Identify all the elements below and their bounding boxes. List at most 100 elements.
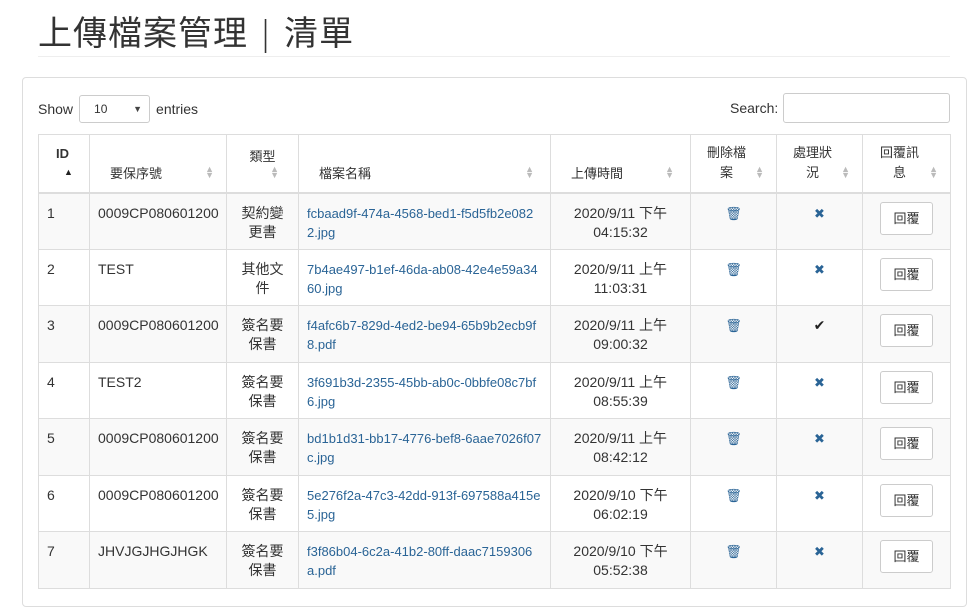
file-link[interactable]: 5e276f2a-47c3-42dd-913f-697588a415e5.jpg xyxy=(307,488,540,522)
cell-delete: 🗑 xyxy=(690,531,777,589)
trash-icon[interactable]: 🗑 xyxy=(725,262,742,277)
cell-reply: 回覆 xyxy=(862,474,951,532)
cell-reply: 回覆 xyxy=(862,192,951,250)
file-link[interactable]: f4afc6b7-829d-4ed2-be94-65b9b2ecb9f8.pdf xyxy=(307,318,536,352)
cell-file-name: f4afc6b7-829d-4ed2-be94-65b9b2ecb9f8.pdf xyxy=(298,305,551,363)
column-header-policy-no[interactable]: 要保序號 ▲ ▼ xyxy=(89,134,227,194)
upload-clock: 08:42:12 xyxy=(593,449,648,465)
upload-date: 2020/9/11 上午 xyxy=(573,373,668,390)
trash-icon[interactable]: 🗑 xyxy=(725,431,742,446)
cell-file-name: fcbaad9f-474a-4568-bed1-f5d5fb2e0822.jpg xyxy=(298,192,551,250)
page-length-control: Show 10 ▼ entries xyxy=(38,94,198,124)
cell-id: 6 xyxy=(38,474,90,532)
cell-upload-time: 2020/9/11 上午 08:42:12 xyxy=(550,418,691,476)
column-header-id[interactable]: ID ▲ xyxy=(38,134,90,194)
cell-policy-no: TEST2 xyxy=(89,361,227,419)
column-header-status-label: 處理狀況 xyxy=(793,145,833,181)
reply-button[interactable]: 回覆 xyxy=(880,540,933,573)
sort-asc-icon: ▲ xyxy=(64,167,73,177)
reply-button[interactable]: 回覆 xyxy=(880,201,933,235)
file-link[interactable]: bd1b1d31-bb17-4776-bef8-6aae7026f07c.jpg xyxy=(307,431,541,465)
column-header-reply-label: 回覆訊息 xyxy=(879,145,919,181)
cell-file-name: 5e276f2a-47c3-42dd-913f-697588a415e5.jpg xyxy=(298,474,551,532)
reply-button[interactable]: 回覆 xyxy=(880,483,933,517)
column-header-file-name[interactable]: 檔案名稱 ▲ ▼ xyxy=(298,134,551,194)
title-divider xyxy=(38,56,950,57)
column-header-reply[interactable]: 回覆訊息 ▲ ▼ xyxy=(862,134,951,194)
cell-policy-no: 0009CP080601200 xyxy=(89,418,227,476)
trash-icon[interactable]: 🗑 xyxy=(725,375,742,390)
files-table: ID ▲ 要保序號 ▲ ▼ 類型 ▲ ▼ 檔案名稱 ▲ ▼ 上傳時間 ▲ ▼ 刪除檔案 … xyxy=(38,134,951,589)
cell-type: 其他文件 xyxy=(226,248,299,306)
cell-policy-no: 0009CP080601200 xyxy=(89,474,227,532)
cell-id: 5 xyxy=(38,418,90,476)
x-icon: ✖ xyxy=(814,205,825,221)
table-row: 6 0009CP080601200 簽名要保書 5e276f2a-47c3-42dd-… xyxy=(38,474,951,532)
column-header-type[interactable]: 類型 ▲ ▼ xyxy=(226,134,299,194)
table-row: 5 0009CP080601200 簽名要保書 bd1b1d31-bb17-4776-… xyxy=(38,418,951,476)
column-header-upload-time[interactable]: 上傳時間 ▲ ▼ xyxy=(550,134,691,194)
cell-type: 簽名要保書 xyxy=(226,305,299,363)
page-length-select[interactable]: 10 ▼ xyxy=(79,95,151,123)
cell-reply: 回覆 xyxy=(862,248,951,306)
cell-upload-time: 2020/9/11 上午 08:55:39 xyxy=(550,361,691,419)
reply-button[interactable]: 回覆 xyxy=(880,370,933,404)
cell-upload-time: 2020/9/11 上午 11:03:31 xyxy=(550,248,691,306)
column-header-file-name-label: 檔案名稱 xyxy=(319,165,372,181)
upload-date: 2020/9/10 下午 xyxy=(573,486,668,503)
cell-upload-time: 2020/9/10 下午 05:52:38 xyxy=(550,531,691,589)
cell-policy-no: 0009CP080601200 xyxy=(89,305,227,363)
trash-icon[interactable]: 🗑 xyxy=(725,206,742,221)
entries-label: entries xyxy=(156,101,199,117)
page-title: 上傳檔案管理 | 清單 xyxy=(38,14,355,54)
upload-clock: 06:02:19 xyxy=(593,505,648,522)
cell-upload-time: 2020/9/11 上午 09:00:32 xyxy=(550,305,691,363)
cell-upload-time: 2020/9/10 下午 06:02:19 xyxy=(550,474,691,532)
x-icon: ✖ xyxy=(814,261,825,277)
search-control: Search: xyxy=(730,93,951,123)
table-header-row: ID ▲ 要保序號 ▲ ▼ 類型 ▲ ▼ 檔案名稱 ▲ ▼ 上傳時間 ▲ ▼ 刪除檔案 … xyxy=(38,134,951,194)
x-icon: ✖ xyxy=(814,374,825,390)
cell-file-name: bd1b1d31-bb17-4776-bef8-6aae7026f07c.jpg xyxy=(298,418,551,476)
cell-policy-no: TEST xyxy=(89,248,227,306)
trash-icon[interactable]: 🗑 xyxy=(725,544,742,559)
upload-date: 2020/9/10 下午 xyxy=(573,543,668,559)
column-header-delete[interactable]: 刪除檔案 ▲ ▼ xyxy=(690,134,777,194)
reply-button[interactable]: 回覆 xyxy=(880,427,933,460)
reply-button[interactable]: 回覆 xyxy=(880,314,933,347)
trash-icon[interactable]: 🗑 xyxy=(725,318,742,333)
file-link[interactable]: f3f86b04-6c2a-41b2-80ff-daac7159306a.pdf xyxy=(307,544,532,578)
cell-status: ✖ xyxy=(776,531,863,589)
check-icon: ✔ xyxy=(813,317,826,333)
column-header-policy-no-label: 要保序號 xyxy=(110,165,163,181)
sort-icon: ▲ ▼ xyxy=(270,164,279,180)
file-link[interactable]: 3f691b3d-2355-45bb-ab0c-0bbfe08c7bf6.jpg xyxy=(307,375,536,409)
table-row: 2 TEST 其他文件 7b4ae497-b1ef-46da-ab08-42e4e59… xyxy=(38,248,951,306)
search-input[interactable] xyxy=(783,93,951,123)
cell-id: 2 xyxy=(38,248,90,306)
cell-file-name: 7b4ae497-b1ef-46da-ab08-42e4e59a3460.jpg xyxy=(298,248,551,306)
sort-icon: ▲ ▼ xyxy=(205,164,214,180)
column-header-delete-label: 刪除檔案 xyxy=(707,145,747,181)
table-body: 1 0009CP080601200 契約變更書 fcbaad9f-474a-4568-… xyxy=(38,192,951,589)
trash-icon[interactable]: 🗑 xyxy=(725,488,742,503)
file-link[interactable]: 7b4ae497-b1ef-46da-ab08-42e4e59a3460.jpg xyxy=(307,262,538,296)
cell-reply: 回覆 xyxy=(862,361,951,419)
x-icon: ✖ xyxy=(814,431,825,446)
cell-type: 契約變更書 xyxy=(226,192,299,250)
upload-clock: 11:03:31 xyxy=(593,279,648,296)
cell-reply: 回覆 xyxy=(862,418,951,476)
cell-delete: 🗑 xyxy=(690,248,777,306)
reply-button[interactable]: 回覆 xyxy=(880,257,933,291)
cell-file-name: f3f86b04-6c2a-41b2-80ff-daac7159306a.pdf xyxy=(298,531,551,589)
file-link[interactable]: fcbaad9f-474a-4568-bed1-f5d5fb2e0822.jpg xyxy=(307,206,533,240)
search-label: Search: xyxy=(730,100,779,116)
cell-delete: 🗑 xyxy=(690,305,777,363)
cell-delete: 🗑 xyxy=(690,192,777,250)
cell-policy-no: 0009CP080601200 xyxy=(89,192,227,250)
upload-clock: 04:15:32 xyxy=(593,223,648,240)
chevron-down-icon: ▼ xyxy=(133,104,143,114)
x-icon: ✖ xyxy=(814,487,825,503)
upload-date: 2020/9/11 上午 xyxy=(573,317,668,333)
column-header-status[interactable]: 處理狀況 ▲ ▼ xyxy=(776,134,863,194)
